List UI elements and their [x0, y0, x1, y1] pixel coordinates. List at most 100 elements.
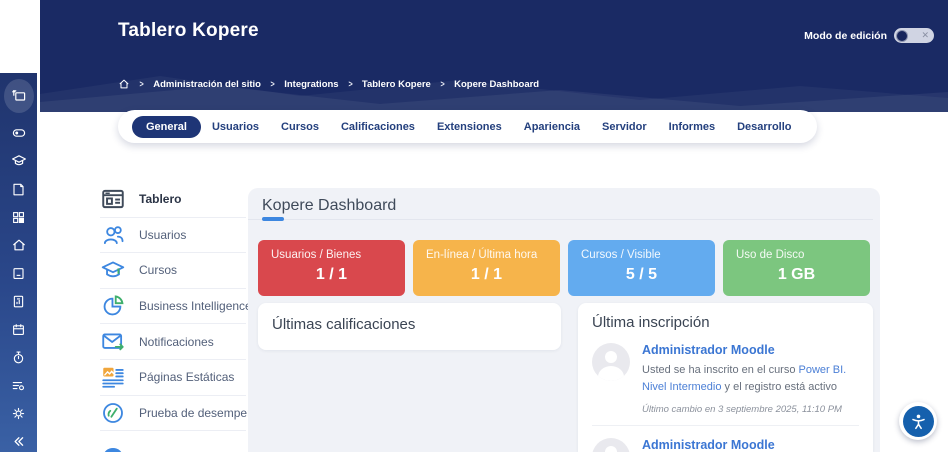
static-page-icon	[100, 364, 126, 390]
stat-card-cursos: Cursos / Visible 5 / 5	[568, 240, 715, 296]
stats-row: Usuarios / Bienes 1 / 1 En-línea / Últim…	[258, 240, 870, 296]
breadcrumb-item[interactable]: Administración del sitio	[153, 79, 261, 90]
report-icon	[13, 295, 24, 307]
preferences-rail-button[interactable]	[4, 371, 33, 399]
user-link[interactable]: Administrador Moodle	[642, 343, 859, 357]
breadcrumb-item[interactable]: Tablero Kopere	[362, 79, 431, 90]
nav-item-business-intelligence[interactable]: Business Intelligence	[100, 289, 252, 325]
main-panel: Kopere Dashboard Usuarios / Bienes 1 / 1…	[248, 188, 880, 452]
stat-card-disco: Uso de Disco 1 GB	[723, 240, 870, 296]
stat-card-en-linea: En-línea / Última hora 1 / 1	[413, 240, 560, 296]
nav-item-label: Notificaciones	[139, 334, 214, 349]
grades-card-title: Últimas calificaciones	[272, 316, 416, 333]
content-rail-button[interactable]	[4, 259, 33, 287]
tab-servidor[interactable]: Servidor	[591, 116, 658, 138]
nav-item-prueba-de-desempeno[interactable]: Prueba de desempeño	[100, 396, 260, 432]
page-title: Tablero Kopere	[118, 20, 259, 41]
breadcrumb-item[interactable]: Integrations	[284, 79, 338, 90]
page: Tablero Kopere Modo de edición ✕ > Admin…	[0, 0, 948, 452]
avatar	[592, 438, 630, 452]
enrolment-entry: Administrador Moodle Usted se ha inscrit…	[592, 438, 859, 452]
nav-item-cursos[interactable]: Cursos	[100, 253, 246, 289]
tab-apariencia[interactable]: Apariencia	[513, 116, 591, 138]
dashboard-rail-button[interactable]	[4, 203, 33, 231]
home-icon	[12, 239, 25, 251]
graduation-cap-icon	[11, 155, 26, 166]
stopwatch-icon	[13, 351, 24, 363]
users-icon	[100, 222, 126, 248]
nav-item-tablero[interactable]: Tablero	[100, 182, 246, 218]
notes-rail-button[interactable]	[4, 175, 33, 203]
avatar	[592, 343, 630, 381]
stat-value: 1 GB	[777, 266, 816, 283]
nav-item-notificaciones[interactable]: Notificaciones	[100, 324, 246, 360]
tab-calificaciones[interactable]: Calificaciones	[330, 116, 426, 138]
collapse-icon	[14, 436, 24, 446]
tab-informes[interactable]: Informes	[658, 116, 726, 138]
dashboard-nav: Tablero Usuarios Cursos Business Intelli…	[100, 182, 260, 452]
nav-item-label: Páginas Estáticas	[139, 370, 235, 385]
edit-mode-control: Modo de edición ✕	[804, 28, 934, 43]
tab-desarrollo[interactable]: Desarrollo	[726, 116, 802, 138]
partial-icon	[100, 435, 126, 452]
settings-rail-button[interactable]	[4, 399, 33, 427]
performance-rail-button[interactable]	[4, 343, 33, 371]
courses-rail-button[interactable]	[4, 147, 33, 175]
nav-item-label: Tablero	[139, 192, 182, 207]
breadcrumb-separator: >	[270, 79, 275, 89]
tab-cursos[interactable]: Cursos	[270, 116, 330, 138]
nav-item-partial[interactable]	[100, 431, 246, 452]
tab-extensiones[interactable]: Extensiones	[426, 116, 513, 138]
breadcrumb-separator: >	[139, 79, 144, 89]
title-divider	[248, 219, 873, 220]
stat-label: Cursos / Visible	[581, 249, 661, 261]
reports-rail-button[interactable]	[4, 287, 33, 315]
accessibility-fab[interactable]	[899, 402, 937, 440]
breadcrumb-separator: >	[440, 79, 445, 89]
header: Tablero Kopere Modo de edición ✕ > Admin…	[40, 0, 948, 112]
entry-text: Usted se ha inscrito en el curso Power B…	[642, 362, 859, 396]
entry-body: Administrador Moodle Usted se ha inscrit…	[642, 438, 859, 452]
settings-tabbar: General Usuarios Cursos Calificaciones E…	[118, 110, 817, 143]
grid-icon	[13, 211, 25, 223]
tab-general[interactable]: General	[132, 115, 201, 138]
gear-icon	[12, 407, 25, 419]
home-icon[interactable]	[118, 78, 130, 90]
gauge-icon	[100, 400, 126, 426]
restore-view-button[interactable]	[3, 79, 34, 113]
book-icon	[13, 267, 24, 279]
stat-value: 1 / 1	[470, 266, 503, 283]
pie-chart-icon	[100, 293, 126, 319]
user-link[interactable]: Administrador Moodle	[642, 438, 859, 452]
toggle-knob	[896, 29, 908, 42]
accessibility-fab-circle	[902, 405, 934, 437]
nav-item-label: Usuarios	[139, 227, 187, 242]
breadcrumb-separator: >	[348, 79, 353, 89]
stat-label: Uso de Disco	[736, 249, 805, 261]
breadcrumb-item[interactable]: Kopere Dashboard	[454, 79, 539, 90]
nav-item-usuarios[interactable]: Usuarios	[100, 218, 246, 254]
collapse-rail-button[interactable]	[4, 427, 33, 452]
enrolment-entry: Administrador Moodle Usted se ha inscrit…	[592, 343, 859, 415]
stat-card-usuarios: Usuarios / Bienes 1 / 1	[258, 240, 405, 296]
calendar-rail-button[interactable]	[4, 315, 33, 343]
edit-mode-label: Modo de edición	[804, 29, 887, 42]
stat-value: 1 / 1	[315, 266, 348, 283]
entry-body: Administrador Moodle Usted se ha inscrit…	[642, 343, 859, 415]
edit-mode-toggle[interactable]: ✕	[894, 28, 934, 43]
dashboard-title: Kopere Dashboard	[262, 197, 397, 214]
restore-view-icon	[11, 90, 25, 101]
latest-enrolment-card: Última inscripción Administrador Moodle …	[578, 303, 873, 452]
mail-forward-icon	[100, 329, 126, 355]
nav-item-paginas-estaticas[interactable]: Páginas Estáticas	[100, 360, 246, 396]
tab-usuarios[interactable]: Usuarios	[201, 116, 270, 138]
entry-divider	[592, 425, 859, 427]
entry-text-after: y el registro está activo	[721, 381, 838, 394]
accessibility-icon	[911, 414, 925, 429]
breadcrumb: > Administración del sitio > Integration…	[118, 78, 539, 90]
latest-grades-card: Últimas calificaciones	[258, 303, 561, 350]
entry-meta: Último cambio en 3 septiembre 2025, 11:1…	[642, 404, 842, 416]
home-rail-button[interactable]	[4, 231, 33, 259]
toggle-blocks-button[interactable]	[4, 119, 33, 147]
list-settings-icon	[12, 381, 25, 390]
